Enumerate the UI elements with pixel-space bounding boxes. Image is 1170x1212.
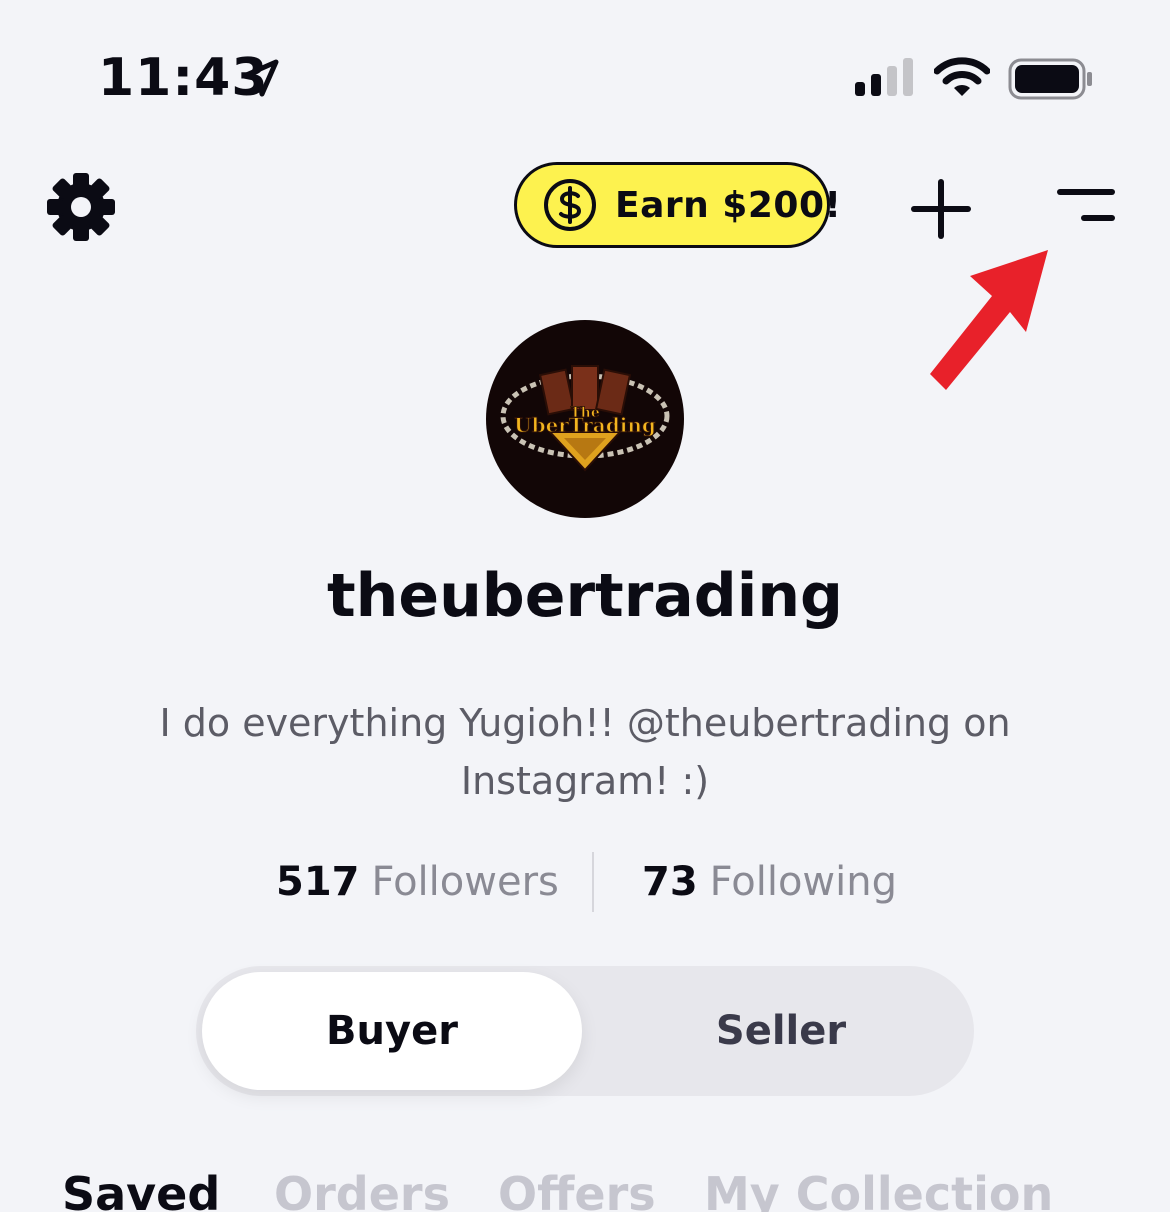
username: theubertrading [327,561,843,631]
gear-icon[interactable] [46,172,116,242]
plus-icon[interactable] [910,178,972,240]
avatar-text-name: UberTrading [514,413,656,437]
menu-icon[interactable] [1054,184,1118,228]
tab-offers[interactable]: Offers [498,1164,656,1212]
location-arrow-icon [241,59,279,97]
tab-saved[interactable]: Saved [62,1164,220,1212]
avatar-logo: The UberTrading [500,365,670,472]
seller-segment[interactable]: Seller [594,972,968,1090]
red-arrow-annotation [930,250,1048,390]
following-label: Following [709,859,897,905]
tab-my-collection[interactable]: My Collection [704,1164,1053,1212]
following-stat[interactable]: 73 Following [642,852,897,912]
wifi-icon [934,57,990,96]
cellular-signal-icon [855,58,913,96]
bio: I do everything Yugioh!! @theubertrading… [159,701,1011,803]
dollar-coin-icon [544,179,596,231]
profile-screen: 11:43 Earn $200! The UberTrading theuber… [0,0,1170,1212]
tab-orders[interactable]: Orders [274,1164,450,1212]
buyer-segment[interactable]: Buyer [202,972,582,1090]
followers-stat[interactable]: 517 Followers [276,852,559,912]
battery-icon [1008,58,1092,100]
following-count: 73 [642,859,698,905]
followers-label: Followers [371,859,559,905]
earn-label: Earn $200! [615,184,842,226]
follow-stats: 517 Followers 73 Following [0,852,1170,912]
stats-divider [592,852,594,912]
avatar[interactable]: The UberTrading [486,320,684,518]
followers-count: 517 [276,859,360,905]
buyer-seller-toggle: Buyer Seller [196,966,974,1096]
earn-referral-button[interactable]: Earn $200! [514,162,841,248]
